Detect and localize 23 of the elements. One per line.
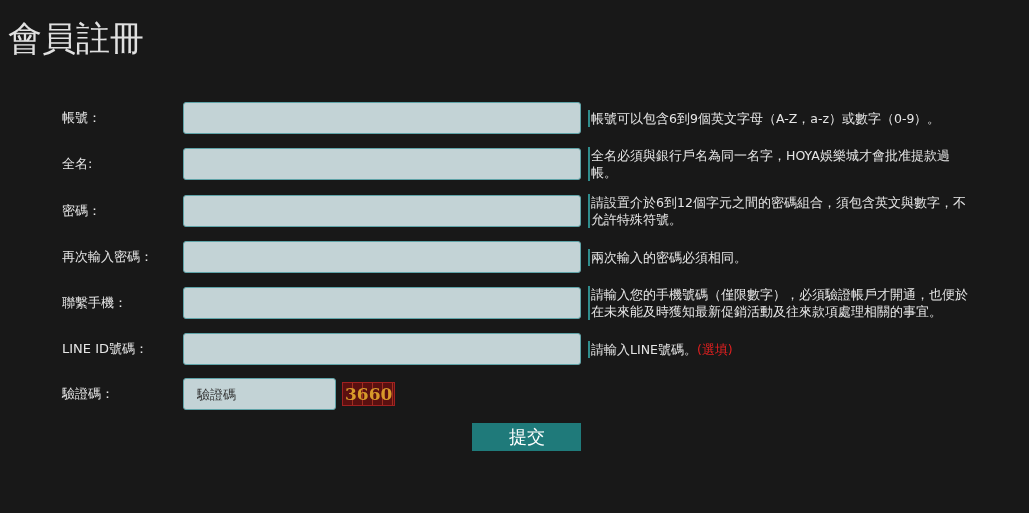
captcha-field[interactable]: 驗證碼 — [183, 378, 336, 410]
field-label: 再次輸入密碼： — [62, 248, 154, 267]
field-label: LINE ID號碼： — [62, 340, 149, 359]
hint-text: 請輸入您的手機號碼（僅限數字），必須驗證帳戶才開通，也便於在未來能及時獲知最新促銷活動及往來款項處理相關的事宜。 — [588, 286, 973, 320]
hint-text: 請設置介於6到12個字元之間的密碼組合，須包含英文與數字，不允許特殊符號。 — [588, 194, 973, 228]
captcha-image: 3660 — [342, 382, 396, 406]
input-field[interactable] — [183, 287, 581, 319]
input-field[interactable] — [183, 148, 581, 180]
input-field[interactable] — [183, 102, 581, 134]
field-label: 全名: — [62, 155, 94, 174]
hint-text: 請輸入LINE號碼。(選填) — [588, 340, 973, 358]
submit-button[interactable]: 提交 — [472, 423, 581, 451]
input-field[interactable] — [183, 195, 581, 227]
field-label: 帳號： — [62, 109, 102, 128]
field-label: 聯繫手機： — [62, 294, 128, 313]
page-title: 會員註冊 — [8, 18, 144, 58]
hint-text: 全名必須與銀行戶名為同一名字，HOYA娛樂城才會批准提款過帳。 — [588, 147, 973, 181]
hint-text: 兩次輸入的密碼必須相同。 — [588, 248, 973, 266]
hint-text: 帳號可以包含6到9個英文字母（A-Z，a-z）或數字（0-9）。 — [588, 109, 973, 127]
input-field[interactable] — [183, 333, 581, 365]
input-field[interactable] — [183, 241, 581, 273]
field-label: 驗證碼： — [62, 385, 115, 404]
field-label: 密碼： — [62, 202, 102, 221]
